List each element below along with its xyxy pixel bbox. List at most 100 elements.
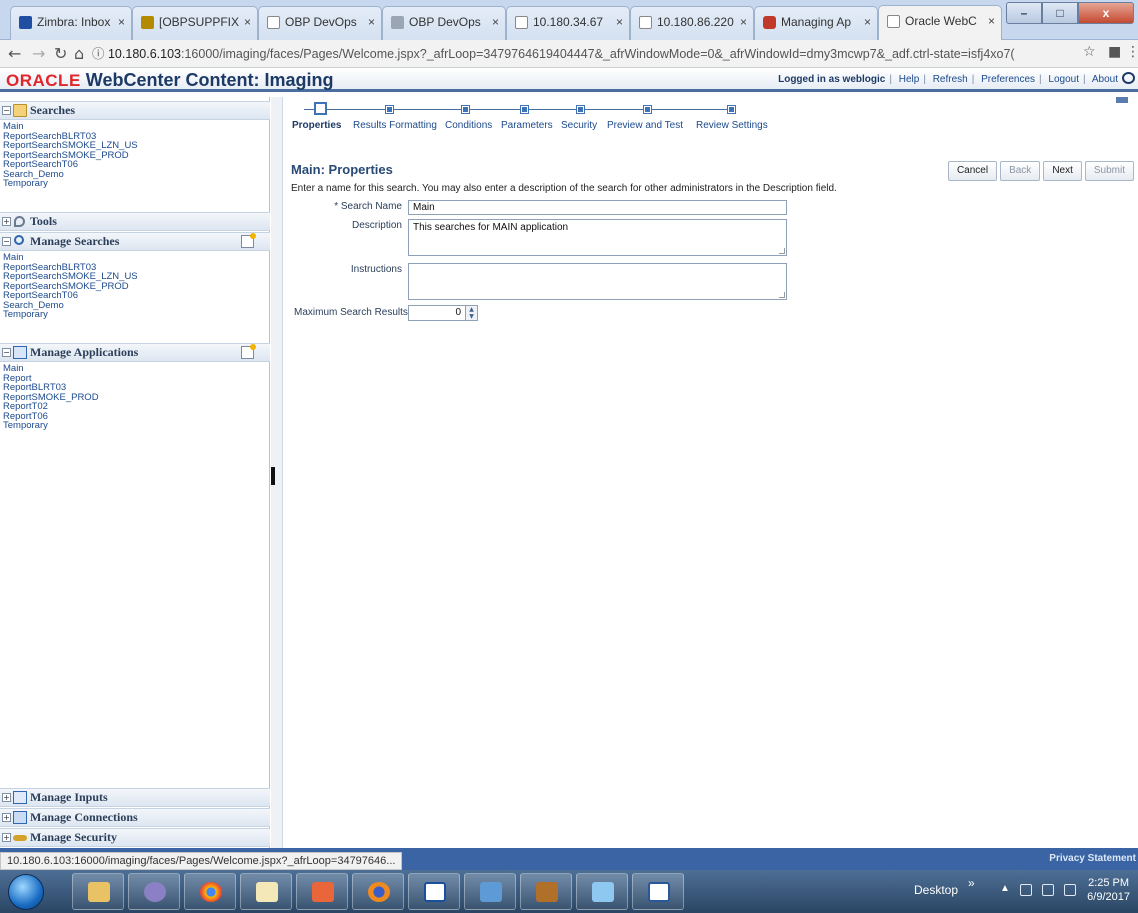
browser-tab[interactable]: 10.180.86.220 × bbox=[630, 6, 754, 40]
back-button[interactable]: Back bbox=[1000, 161, 1041, 181]
browser-tab[interactable]: 10.180.34.67 × bbox=[506, 6, 630, 40]
browser-tab-active[interactable]: Oracle WebC × bbox=[878, 5, 1002, 40]
help-link[interactable]: Help bbox=[899, 74, 920, 85]
about-link[interactable]: About bbox=[1092, 74, 1118, 85]
taskbar-app[interactable] bbox=[576, 873, 628, 910]
minimize-button[interactable]: – bbox=[1006, 2, 1042, 24]
maximize-button[interactable]: □ bbox=[1042, 2, 1078, 24]
train-stop-parameters[interactable] bbox=[520, 105, 529, 114]
logout-link[interactable]: Logout bbox=[1048, 74, 1079, 85]
taskbar-app[interactable] bbox=[520, 873, 572, 910]
add-search-icon[interactable] bbox=[241, 233, 256, 248]
close-window-button[interactable]: x bbox=[1078, 2, 1134, 24]
preferences-link[interactable]: Preferences bbox=[981, 74, 1035, 85]
taskbar-app[interactable] bbox=[464, 873, 516, 910]
spinner-control[interactable]: ▲ ▼ bbox=[465, 306, 477, 320]
searches-panel-header[interactable]: − Searches bbox=[0, 101, 270, 120]
train-stop-conditions[interactable] bbox=[461, 105, 470, 114]
toolbar-expand-icon[interactable]: » bbox=[968, 876, 975, 890]
close-tab-icon[interactable]: × bbox=[368, 7, 375, 37]
browser-tab[interactable]: OBP DevOps × bbox=[382, 6, 506, 40]
taskbar-word[interactable] bbox=[632, 873, 684, 910]
browser-tab[interactable]: OBP DevOps × bbox=[258, 6, 382, 40]
train-stop-preview-and-test[interactable] bbox=[643, 105, 652, 114]
collapse-icon[interactable]: − bbox=[2, 348, 11, 357]
train-stop-properties[interactable] bbox=[314, 102, 327, 115]
tray-arrow-icon[interactable]: ▲ bbox=[1000, 883, 1010, 894]
taskbar-app[interactable] bbox=[408, 873, 460, 910]
close-tab-icon[interactable]: × bbox=[492, 7, 499, 37]
taskbar-app[interactable] bbox=[128, 873, 180, 910]
privacy-link[interactable]: Privacy Statement bbox=[1049, 853, 1136, 864]
train-stop-review-settings[interactable] bbox=[727, 105, 736, 114]
close-tab-icon[interactable]: × bbox=[864, 7, 871, 37]
train-label[interactable]: Review Settings bbox=[696, 120, 768, 131]
maximize-panel-icon[interactable] bbox=[1116, 97, 1128, 103]
forward-arrow-icon[interactable]: → bbox=[32, 44, 45, 63]
description-textarea[interactable]: This searches for MAIN application bbox=[408, 219, 787, 256]
train-label[interactable]: Results Formatting bbox=[353, 120, 437, 131]
reload-icon[interactable]: ↻ bbox=[54, 44, 67, 63]
expand-icon[interactable]: + bbox=[2, 813, 11, 822]
tools-panel-header[interactable]: + Tools bbox=[0, 212, 270, 231]
list-item[interactable]: Temporary bbox=[3, 310, 138, 320]
submit-button[interactable]: Submit bbox=[1084, 161, 1134, 181]
manage-inputs-panel-header[interactable]: + Manage Inputs bbox=[0, 788, 270, 807]
collapse-panel-handle[interactable] bbox=[271, 467, 275, 485]
browser-tab[interactable]: Managing Ap × bbox=[754, 6, 878, 40]
desktop-toolbar[interactable]: Desktop bbox=[914, 883, 958, 897]
browser-tab[interactable]: Zimbra: Inbox × bbox=[10, 6, 132, 40]
menu-dots-icon[interactable]: ⋮ bbox=[1126, 44, 1138, 60]
search-name-input[interactable]: Main bbox=[408, 200, 787, 215]
train-stop-results-formatting[interactable] bbox=[385, 105, 394, 114]
train-label[interactable]: Conditions bbox=[445, 120, 492, 131]
manage-connections-panel-header[interactable]: + Manage Connections bbox=[0, 808, 270, 827]
collapse-icon[interactable]: − bbox=[2, 106, 11, 115]
close-tab-icon[interactable]: × bbox=[740, 7, 747, 37]
clock[interactable]: 2:25 PM 6/9/2017 bbox=[1087, 876, 1130, 904]
next-button[interactable]: Next bbox=[1043, 161, 1082, 181]
taskbar-chrome[interactable] bbox=[184, 873, 236, 910]
refresh-link[interactable]: Refresh bbox=[933, 74, 968, 85]
list-item[interactable]: Temporary bbox=[3, 421, 99, 431]
train-label[interactable]: Preview and Test bbox=[607, 120, 683, 131]
train-label[interactable]: Parameters bbox=[501, 120, 553, 131]
cancel-button[interactable]: Cancel bbox=[947, 161, 998, 181]
back-arrow-icon[interactable]: ← bbox=[8, 44, 21, 63]
spinner-up-icon[interactable]: ▲ bbox=[466, 306, 477, 313]
expand-icon[interactable]: + bbox=[2, 793, 11, 802]
add-application-icon[interactable] bbox=[241, 344, 256, 359]
flag-icon[interactable] bbox=[1020, 884, 1032, 896]
resize-handle[interactable] bbox=[779, 292, 785, 298]
manage-searches-panel-header[interactable]: − Manage Searches bbox=[0, 232, 270, 251]
home-icon[interactable]: ⌂ bbox=[74, 44, 84, 63]
spinner-down-icon[interactable]: ▼ bbox=[466, 313, 477, 320]
browser-tab[interactable]: [OBPSUPPFIX × bbox=[132, 6, 258, 40]
train-label[interactable]: Properties bbox=[292, 120, 341, 131]
train-stop-security[interactable] bbox=[576, 105, 585, 114]
url-field[interactable]: ⓘ 10.180.6.103:16000/imaging/faces/Pages… bbox=[92, 43, 1096, 65]
taskbar-app[interactable] bbox=[240, 873, 292, 910]
bookmark-star-icon[interactable]: ☆ bbox=[1083, 44, 1096, 60]
list-item[interactable]: Temporary bbox=[3, 179, 138, 189]
close-tab-icon[interactable]: × bbox=[118, 7, 125, 37]
expand-icon[interactable]: + bbox=[2, 217, 11, 226]
start-button[interactable] bbox=[8, 874, 44, 910]
volume-icon[interactable] bbox=[1064, 884, 1076, 896]
taskbar-app[interactable] bbox=[296, 873, 348, 910]
close-tab-icon[interactable]: × bbox=[244, 7, 251, 37]
train-label[interactable]: Security bbox=[561, 120, 597, 131]
taskbar-explorer[interactable] bbox=[72, 873, 124, 910]
expand-icon[interactable]: + bbox=[2, 833, 11, 842]
manage-applications-panel-header[interactable]: − Manage Applications bbox=[0, 343, 270, 362]
taskbar-firefox[interactable] bbox=[352, 873, 404, 910]
collapse-icon[interactable]: − bbox=[2, 237, 11, 246]
close-tab-icon[interactable]: × bbox=[988, 6, 995, 36]
instructions-textarea[interactable] bbox=[408, 263, 787, 300]
close-tab-icon[interactable]: × bbox=[616, 7, 623, 37]
manage-security-panel-header[interactable]: + Manage Security bbox=[0, 828, 270, 847]
extension-icon[interactable]: ■ bbox=[1108, 44, 1121, 60]
panel-splitter[interactable] bbox=[271, 97, 283, 848]
network-icon[interactable] bbox=[1042, 884, 1054, 896]
resize-handle[interactable] bbox=[779, 248, 785, 254]
